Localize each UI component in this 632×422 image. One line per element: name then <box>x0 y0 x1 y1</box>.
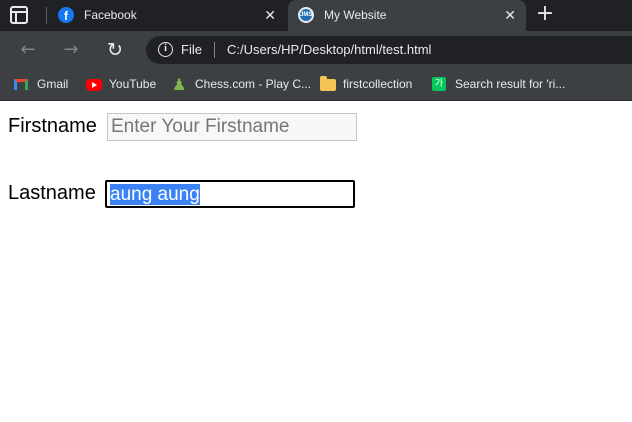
firstname-input[interactable]: Enter Your Firstname <box>107 113 357 141</box>
address-divider <box>214 42 215 58</box>
tab-strip: f Facebook ✕ JMS My Website ✕ + <box>0 0 632 31</box>
folder-icon <box>320 76 336 91</box>
close-tab-icon[interactable]: ✕ <box>504 7 516 23</box>
firstname-label: Firstname <box>8 115 97 137</box>
close-tab-icon[interactable]: ✕ <box>264 7 276 23</box>
address-bar[interactable]: i File C:/Users/HP/Desktop/html/test.htm… <box>146 36 632 64</box>
naver-search-icon: 가 <box>432 77 446 91</box>
new-tab-button[interactable]: + <box>534 3 556 25</box>
bookmark-label: YouTube <box>109 77 157 91</box>
tab-divider <box>46 7 47 24</box>
page-content: Firstname Enter Your Firstname Lastname … <box>0 102 632 422</box>
gmail-icon <box>14 79 28 90</box>
tab-title: My Website <box>324 8 387 22</box>
forward-arrow-icon[interactable]: → <box>60 39 82 61</box>
refresh-icon[interactable]: ↻ <box>104 39 126 61</box>
bookmark-label: Search result for 'ri... <box>455 77 566 91</box>
back-arrow-icon[interactable]: ← <box>17 39 39 61</box>
scheme-label: File <box>181 42 202 57</box>
lastname-label: Lastname <box>8 182 96 204</box>
facebook-icon: f <box>58 7 74 23</box>
url-text[interactable]: C:/Users/HP/Desktop/html/test.html <box>227 42 431 57</box>
tab-title: Facebook <box>84 8 137 22</box>
info-icon[interactable]: i <box>158 42 173 57</box>
lastname-input[interactable]: aung aung <box>105 180 355 208</box>
tab-facebook[interactable]: f Facebook ✕ <box>48 0 286 31</box>
bookmark-label: Chess.com - Play C... <box>195 77 312 91</box>
website-icon: JMS <box>298 7 314 23</box>
selected-text: aung aung <box>110 184 200 205</box>
bookmark-label: Gmail <box>37 77 69 91</box>
bookmark-label: firstcollection <box>343 77 413 91</box>
tab-actions-icon[interactable] <box>10 6 28 24</box>
tab-my-website[interactable]: JMS My Website ✕ <box>288 0 526 31</box>
browser-toolbar: ← → ↻ i File C:/Users/HP/Desktop/html/te… <box>0 31 632 69</box>
youtube-icon <box>86 79 102 91</box>
chess-pawn-icon: ♟ <box>172 75 187 94</box>
bookmarks-bar: Gmail YouTube ♟ Chess.com - Play C... fi… <box>0 69 632 101</box>
